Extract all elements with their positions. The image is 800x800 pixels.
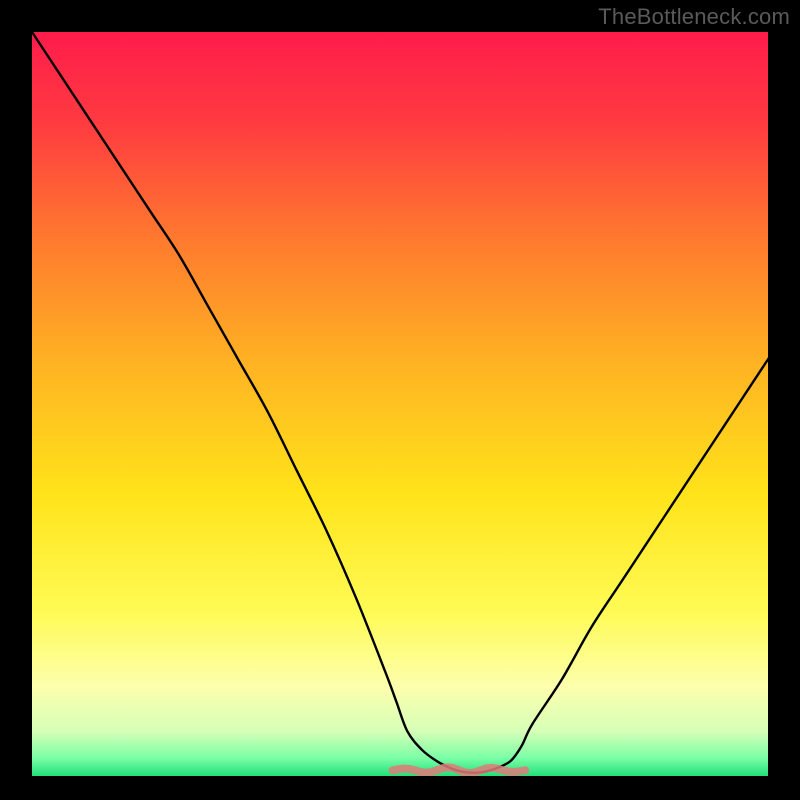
chart-frame: TheBottleneck.com xyxy=(0,0,800,800)
optimal-range-marker xyxy=(393,767,525,773)
plot-area xyxy=(32,32,768,776)
bottleneck-curve-chart xyxy=(32,32,768,776)
gradient-background xyxy=(32,32,768,776)
watermark-text: TheBottleneck.com xyxy=(598,4,790,30)
